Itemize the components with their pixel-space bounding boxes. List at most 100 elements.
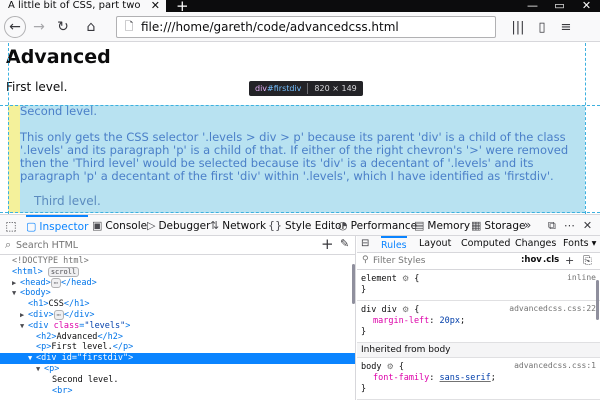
element-picker-icon[interactable]: ⬚ bbox=[0, 215, 22, 236]
reload-button[interactable]: ↻ bbox=[52, 16, 74, 38]
expand-arrow-icon[interactable]: ▶ bbox=[12, 278, 20, 289]
tab-computed[interactable]: Computed bbox=[461, 236, 510, 253]
tab-rules[interactable]: Rules bbox=[381, 236, 407, 253]
tab-network[interactable]: ⇅ Network bbox=[210, 215, 266, 236]
tree-row-div[interactable]: ▶ <div> ⋯ </div> bbox=[0, 309, 355, 321]
tab-style-editor[interactable]: {} Style Editor bbox=[268, 215, 346, 236]
tree-row-levels[interactable]: ▼ <div class="levels"> bbox=[0, 320, 355, 332]
toggle-pane-icon[interactable]: ⊟ bbox=[361, 238, 369, 249]
collapsed-badge[interactable]: ⋯ bbox=[53, 309, 64, 320]
rule-close-brace[interactable]: } bbox=[361, 327, 600, 338]
tree-row-head[interactable]: ▶ <head> ⋯ </head> bbox=[0, 277, 355, 289]
tree-row-p[interactable]: <p>First level.</p> bbox=[0, 342, 355, 353]
filter-icon: ⚲ bbox=[362, 255, 369, 265]
rule-source[interactable]: inline bbox=[567, 273, 596, 282]
search-html-input[interactable] bbox=[16, 237, 306, 253]
third-level-text: Third level. bbox=[34, 194, 101, 208]
gear-icon[interactable]: ⚙ bbox=[402, 305, 409, 314]
forward-button[interactable]: → bbox=[28, 16, 50, 38]
close-window-icon[interactable]: ✕ bbox=[573, 0, 600, 12]
tree-row-firstdiv-selected[interactable]: ▼ <div id="firstdiv"> bbox=[0, 353, 355, 364]
add-rule-button[interactable]: + bbox=[565, 254, 574, 267]
tab-console[interactable]: ▣ Console bbox=[92, 215, 147, 236]
minimize-icon[interactable]: — bbox=[519, 0, 546, 12]
gear-icon[interactable]: ⚙ bbox=[387, 362, 394, 371]
collapse-arrow-icon[interactable]: ▼ bbox=[12, 288, 20, 299]
tree-row-p2[interactable]: ▼ <p> bbox=[0, 363, 355, 375]
storage-icon: ▦ bbox=[471, 219, 482, 232]
back-button[interactable]: ← bbox=[4, 16, 26, 38]
sidebar-icon[interactable]: ▯ bbox=[530, 16, 554, 38]
add-node-button[interactable]: + bbox=[321, 236, 334, 253]
rule-selector[interactable]: body bbox=[361, 362, 381, 372]
print-media-icon[interactable]: ⎘ bbox=[583, 254, 592, 268]
browser-tab[interactable]: A little bit of CSS, part two ✕ bbox=[0, 0, 166, 12]
explanation-text: This only gets the CSS selector '.levels… bbox=[20, 130, 569, 183]
tab-layout[interactable]: Layout bbox=[419, 236, 451, 253]
property-name[interactable]: font-family bbox=[373, 373, 429, 383]
close-devtools-icon[interactable]: ✕ bbox=[583, 219, 592, 232]
rules-list: element ⚙ { } inline div div ⚙ { margin-… bbox=[357, 270, 600, 400]
html-tag: <html> bbox=[12, 266, 43, 277]
home-button[interactable]: ⌂ bbox=[80, 16, 102, 38]
tree-row-second-text[interactable]: Second level. bbox=[0, 375, 355, 386]
scroll-badge[interactable]: scroll bbox=[47, 266, 80, 277]
collapse-arrow-icon[interactable]: ▼ bbox=[36, 364, 44, 375]
levels-tag: <div bbox=[28, 320, 49, 331]
page-content: Advanced First level. Second level. This… bbox=[0, 43, 600, 214]
url-bar[interactable]: 🗋 file:///home/gareth/code/advancedcss.h… bbox=[116, 16, 496, 38]
rule-selector[interactable]: div div bbox=[361, 305, 397, 315]
rule-selector[interactable]: element bbox=[361, 274, 397, 284]
tab-fonts[interactable]: Fonts ▾ bbox=[563, 236, 596, 253]
eyedropper-icon[interactable]: ✎ bbox=[340, 237, 349, 250]
tree-row-body[interactable]: ▼ <body> bbox=[0, 288, 355, 299]
tab-debugger[interactable]: ▷ Debugger bbox=[147, 215, 210, 236]
tab-memory[interactable]: ▤ Memory bbox=[414, 215, 470, 236]
class-toggle-button[interactable]: .cls bbox=[543, 255, 559, 265]
library-icon[interactable]: ||| bbox=[506, 16, 530, 38]
tab-performance[interactable]: ◔ Performance bbox=[338, 215, 417, 236]
tree-row-h1[interactable]: <h1>CSS</h1> bbox=[0, 299, 355, 310]
rule-close-brace[interactable]: } bbox=[361, 285, 600, 296]
collapse-arrow-icon[interactable]: ▼ bbox=[28, 353, 36, 364]
collapse-arrow-icon[interactable]: ▼ bbox=[20, 321, 28, 332]
property-value[interactable]: 20px bbox=[440, 316, 460, 326]
rules-scrollbar[interactable] bbox=[596, 280, 599, 320]
more-tools-icon[interactable]: » bbox=[524, 218, 531, 232]
firstdiv-tag-end: > bbox=[128, 353, 134, 364]
maximize-icon[interactable]: ▭ bbox=[546, 0, 573, 12]
declaration[interactable]: margin-left: 20px; bbox=[361, 316, 600, 327]
tree-row-html[interactable]: <html> scroll bbox=[0, 266, 355, 278]
devtools-menu-icon[interactable]: ⋯ bbox=[564, 219, 575, 232]
close-tab-icon[interactable]: ✕ bbox=[151, 0, 160, 12]
rule-open-brace: { bbox=[414, 305, 420, 315]
tab-storage[interactable]: ▦ Storage bbox=[471, 215, 526, 236]
rule-close-brace[interactable]: } bbox=[361, 384, 600, 395]
tree-row-br[interactable]: <br> bbox=[0, 386, 355, 397]
tab-inspector[interactable]: ▢ Inspector bbox=[26, 215, 89, 236]
highlighter-guide-bottom bbox=[0, 212, 600, 213]
markup-scrollbar[interactable] bbox=[352, 264, 355, 304]
property-value[interactable]: sans-serif bbox=[440, 373, 491, 383]
div-tag: <div> bbox=[28, 309, 54, 320]
menu-icon[interactable]: ≡ bbox=[554, 16, 578, 38]
url-text[interactable]: file:///home/gareth/code/advancedcss.htm… bbox=[141, 20, 399, 34]
rule-source[interactable]: advancedcss.css:22 bbox=[509, 304, 596, 313]
tree-row-h2[interactable]: <h2>Advanced</h2> bbox=[0, 332, 355, 343]
declaration[interactable]: font-family: sans-serif; bbox=[361, 373, 600, 384]
tab-fonts-label: Fonts bbox=[563, 238, 589, 249]
gear-icon[interactable]: ⚙ bbox=[402, 274, 409, 283]
inspector-icon: ▢ bbox=[26, 220, 37, 233]
levels-attr: class bbox=[48, 320, 80, 331]
rule-source[interactable]: advancedcss.css:1 bbox=[514, 361, 596, 370]
collapsed-badge[interactable]: ⋯ bbox=[50, 277, 61, 288]
p2-tag: <p> bbox=[44, 363, 60, 374]
property-name[interactable]: margin-left bbox=[373, 316, 429, 326]
filter-styles-input[interactable] bbox=[373, 254, 493, 268]
dock-options-icon[interactable]: ⧉ bbox=[548, 219, 556, 233]
body-tag: <body> bbox=[20, 288, 51, 299]
tab-changes[interactable]: Changes bbox=[515, 236, 556, 253]
tree-row-doctype[interactable]: <!DOCTYPE html> bbox=[0, 256, 355, 267]
hover-states-button[interactable]: :hov bbox=[521, 255, 542, 265]
expand-arrow-icon[interactable]: ▶ bbox=[20, 310, 28, 321]
